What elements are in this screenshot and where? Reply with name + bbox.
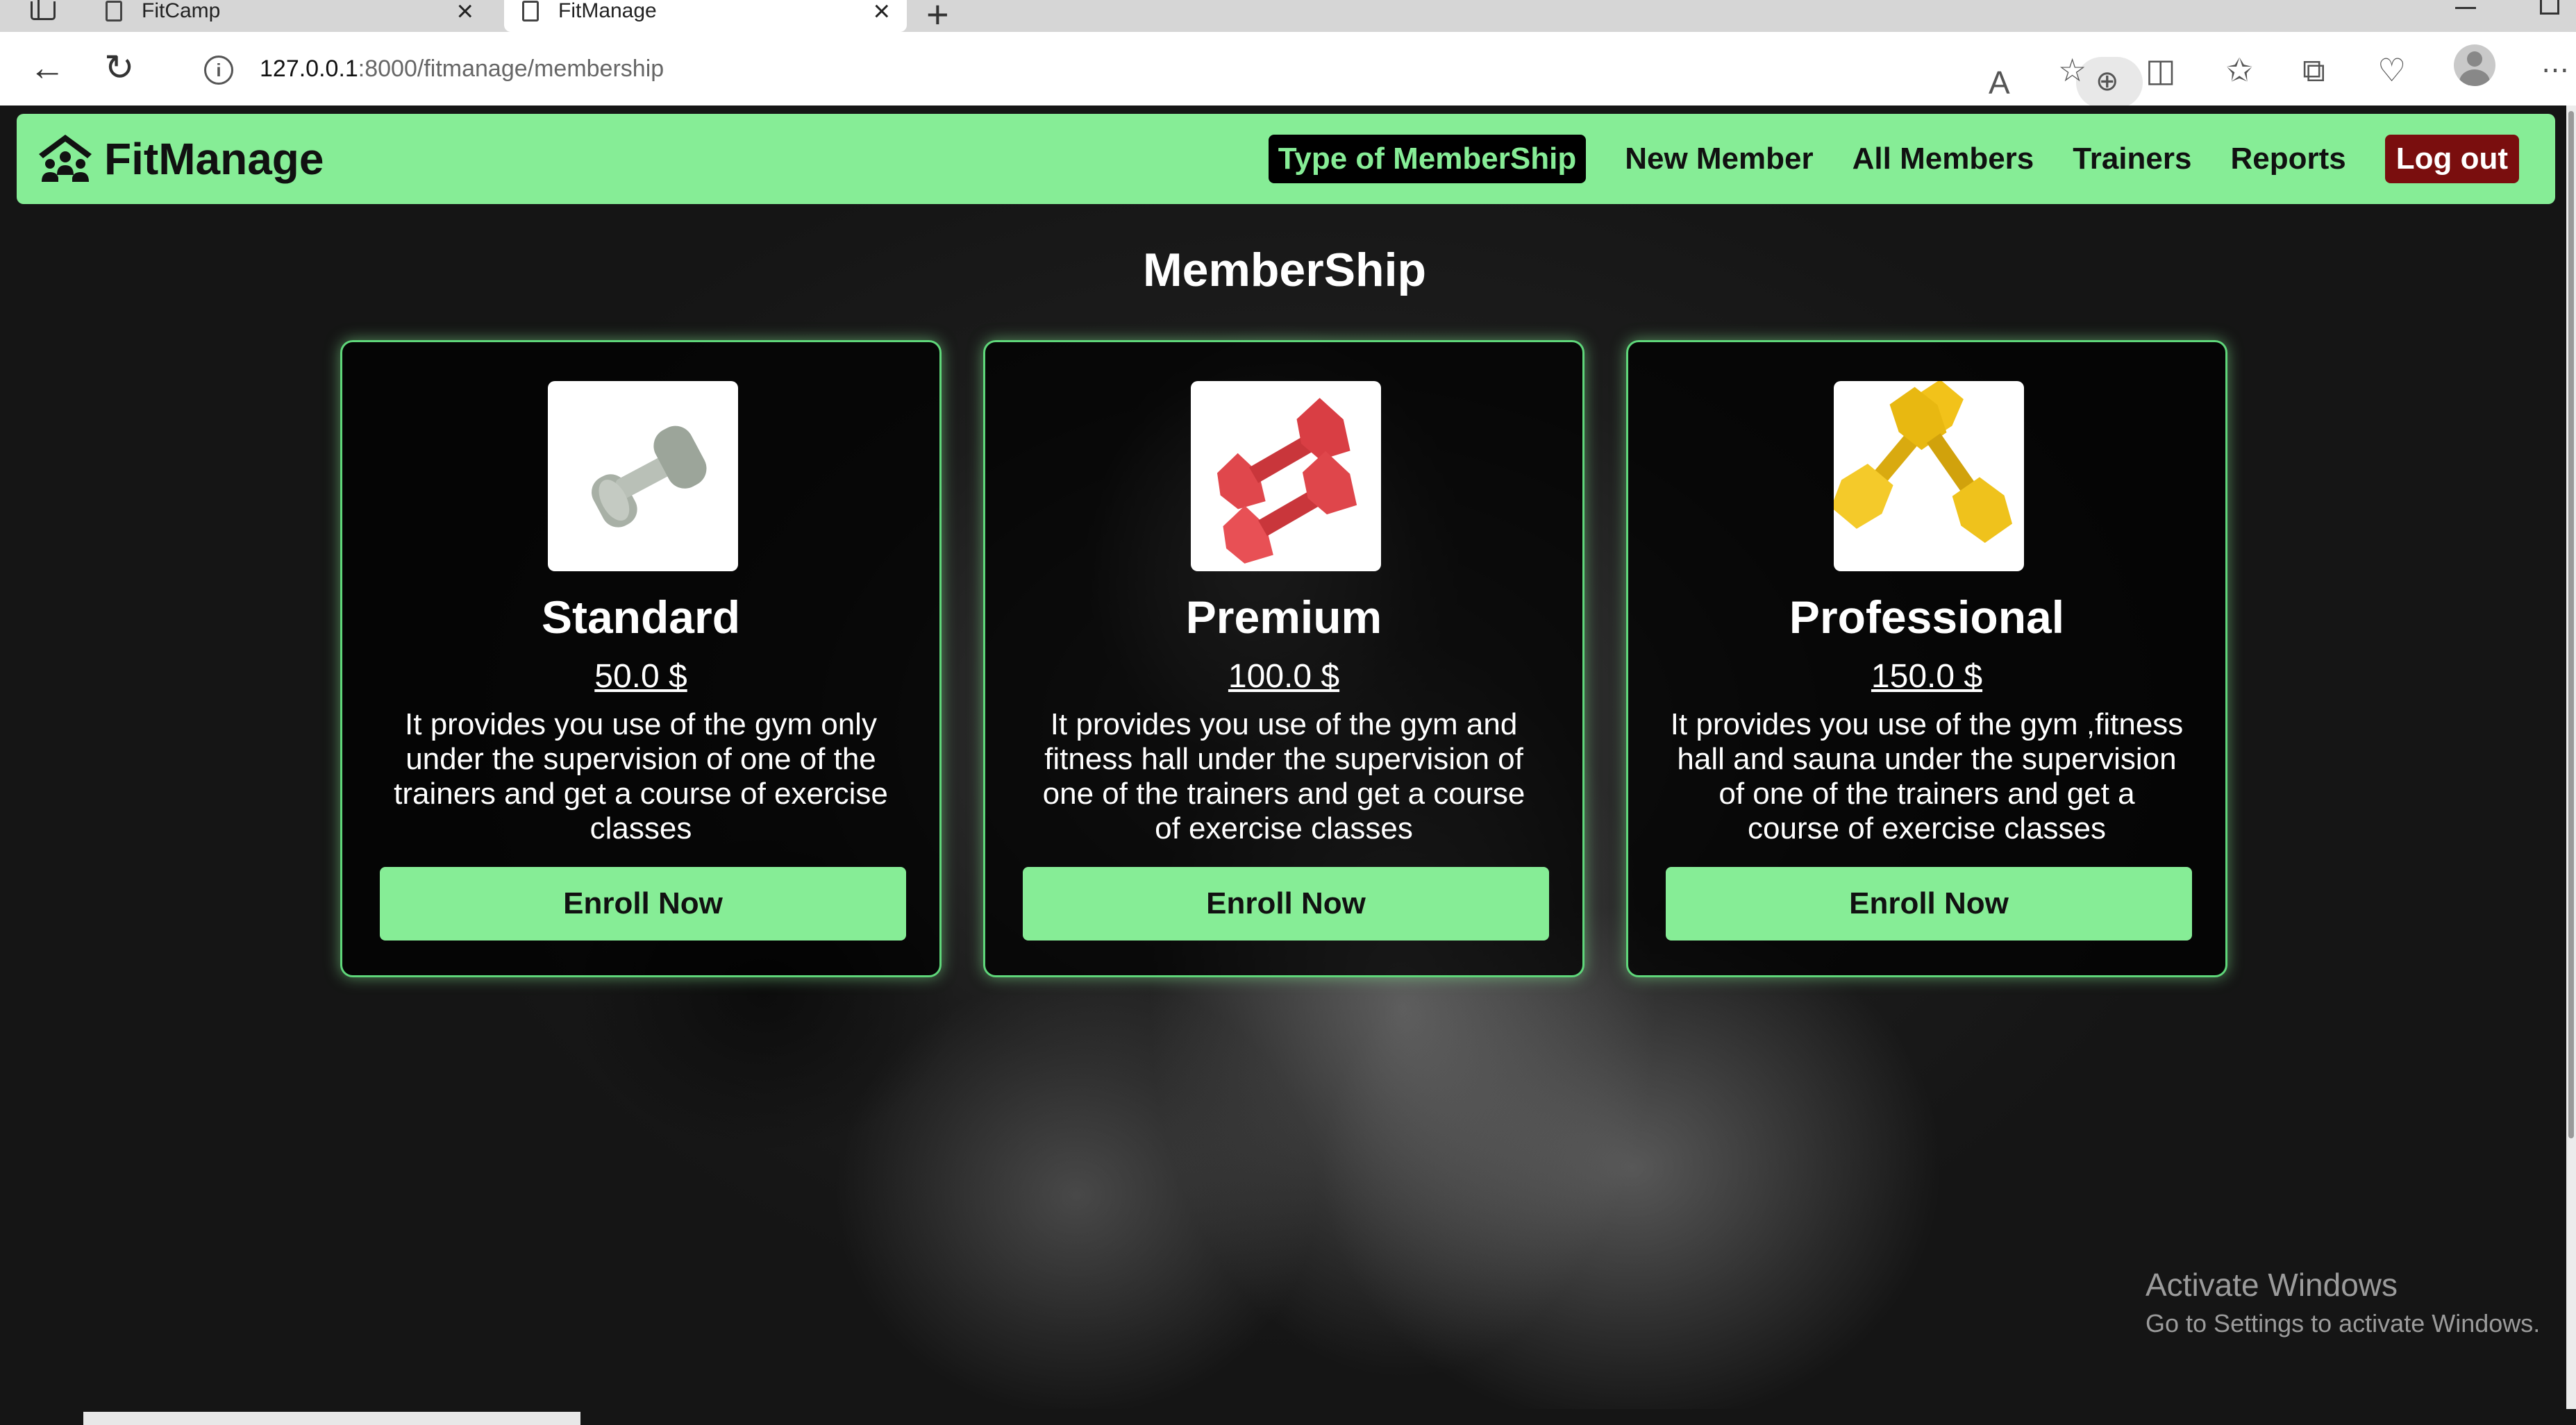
browser-tab-fitcamp[interactable]: FitCamp × (87, 0, 490, 32)
browser-toolbar: ← ↻ i 127.0.0.1:8000/fitmanage/membershi… (0, 32, 2576, 108)
gray-dumbbell-icon (592, 425, 707, 528)
minimize-icon[interactable] (2455, 7, 2476, 9)
more-menu-icon[interactable]: ⋯ (2541, 53, 2569, 87)
site-info-icon[interactable]: i (204, 56, 233, 85)
top-navbar: FitManage Type of MemberShip New Member … (17, 114, 2555, 204)
plan-price: 50.0 $ (594, 658, 687, 695)
activate-windows-watermark: Activate Windows Go to Settings to activ… (2146, 1266, 2540, 1338)
nav-all-members[interactable]: All Members (1852, 142, 2034, 176)
enroll-now-button[interactable]: Enroll Now (380, 867, 906, 941)
nav-membership-types[interactable]: Type of MemberShip (1268, 135, 1587, 183)
membership-card-professional: Professional 150.0 $ It provides you use… (1626, 340, 2227, 977)
brand-logo[interactable]: FitManage (36, 132, 324, 186)
plan-description: It provides you use of the gym and fitne… (1042, 707, 1525, 845)
gym-house-icon (39, 135, 92, 182)
favorites-icon[interactable]: ✩ (2226, 53, 2253, 87)
close-icon[interactable]: × (873, 0, 890, 28)
tab-actions-icon[interactable] (25, 0, 58, 21)
watermark-subtitle: Go to Settings to activate Windows. (2146, 1309, 2541, 1338)
nav-reports[interactable]: Reports (2230, 142, 2345, 176)
plan-price: 100.0 $ (1228, 658, 1340, 695)
url-host: 127.0.0.1 (260, 56, 358, 82)
plan-description: It provides you use of the gym only unde… (394, 707, 888, 845)
reload-icon[interactable]: ↻ (104, 49, 135, 87)
enroll-now-button[interactable]: Enroll Now (1666, 867, 2192, 941)
restore-icon[interactable] (2540, 0, 2559, 15)
nav-new-member[interactable]: New Member (1625, 142, 1813, 176)
enroll-now-button[interactable]: Enroll Now (1023, 867, 1549, 941)
page-icon (106, 1, 122, 22)
browser-essentials-icon[interactable]: ♡ (2377, 53, 2406, 87)
plan-price: 150.0 $ (1871, 658, 1983, 695)
page-title: MemberShip (1142, 244, 1427, 296)
nav-trainers[interactable]: Trainers (2073, 142, 2191, 176)
plan-image (1834, 381, 2024, 571)
tab-title: FitCamp (142, 0, 221, 22)
logout-button[interactable]: Log out (2384, 135, 2519, 183)
browser-tab-fitmanage[interactable]: FitManage × (504, 0, 907, 32)
url-path: :8000/fitmanage/membership (358, 56, 664, 82)
background-image (1319, 904, 1944, 1409)
plan-image (548, 381, 738, 571)
back-arrow-icon[interactable]: ← (29, 49, 65, 87)
split-screen-icon[interactable]: ◫ (2146, 53, 2175, 87)
page-scrollbar[interactable] (2566, 106, 2576, 1409)
plan-name: Premium (1185, 591, 1382, 643)
plan-description: It provides you use of the gym ,fitness … (1670, 707, 2184, 845)
page-viewport: FitManage Type of MemberShip New Member … (0, 106, 2576, 1409)
url-text[interactable]: 127.0.0.1:8000/fitmanage/membership (260, 56, 664, 83)
membership-card-standard: Standard 50.0 $ It provides you use of t… (340, 340, 942, 977)
watermark-title: Activate Windows (2146, 1267, 2398, 1303)
plan-name: Standard (541, 591, 741, 643)
yellow-dumbbells-icon (1834, 381, 2013, 543)
os-taskbar (0, 1409, 2576, 1425)
tab-title: FitManage (558, 0, 657, 22)
membership-card-premium: Premium 100.0 $ It provides you use of t… (983, 340, 1584, 977)
page-icon (522, 1, 539, 22)
browser-tabstrip: FitCamp × FitManage × + (0, 0, 2576, 36)
collections-icon[interactable]: ⧉ (2302, 53, 2325, 87)
plan-name: Professional (1789, 591, 2065, 643)
close-icon[interactable]: × (456, 0, 474, 28)
brand-name: FitManage (104, 134, 324, 184)
address-bar[interactable]: i 127.0.0.1:8000/fitmanage/membership ⊕ … (175, 44, 2143, 108)
red-dumbbells-icon (1216, 398, 1357, 564)
favorite-star-icon[interactable]: ☆ (2058, 53, 2086, 87)
taskbar-item[interactable] (83, 1412, 580, 1425)
plan-image (1191, 381, 1381, 571)
scrollbar-thumb[interactable] (2568, 111, 2574, 1138)
read-aloud-icon[interactable]: A (1989, 65, 2010, 100)
profile-avatar-icon[interactable] (2454, 44, 2495, 86)
zoom-icon: ⊕ (2096, 66, 2119, 96)
nav-links: Type of MemberShip New Member All Member… (1268, 135, 2519, 183)
background-image (833, 973, 1319, 1409)
